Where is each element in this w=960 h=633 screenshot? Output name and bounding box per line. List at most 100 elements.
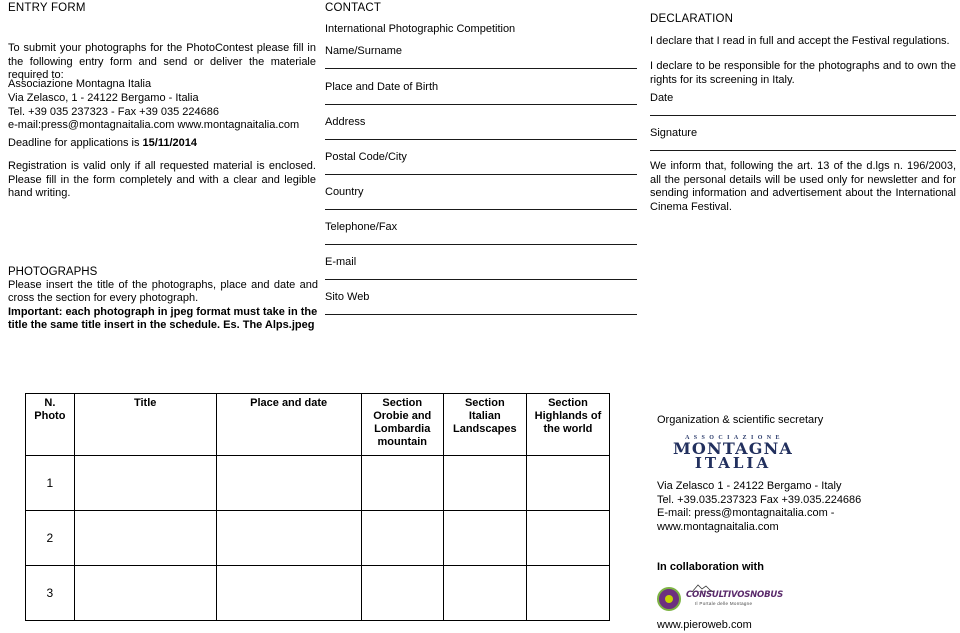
declaration-statement-2: I declare to be responsible for the phot… bbox=[650, 60, 956, 86]
field-label-telephone-fax: Telephone/Fax bbox=[325, 221, 398, 233]
table-row: 2 bbox=[25, 510, 611, 566]
table-cell-section-highlands[interactable] bbox=[525, 455, 611, 511]
collaboration-wordmark: CONSULTIVOSNOBUS bbox=[686, 590, 783, 600]
table-row: 1 bbox=[25, 455, 611, 511]
table-header-s1-line3: Lombardia bbox=[374, 423, 431, 435]
competition-name: International Photographic Competition bbox=[325, 23, 516, 35]
field-email[interactable]: E-mail bbox=[325, 255, 637, 280]
table-cell-section-orobie[interactable] bbox=[360, 510, 444, 566]
table-header-title: Title bbox=[73, 393, 217, 456]
logo-italia-word: ITALIA bbox=[694, 454, 772, 472]
field-telephone-fax[interactable]: Telephone/Fax bbox=[325, 220, 637, 245]
table-header-s3-line1: Section bbox=[548, 397, 588, 409]
collaboration-url[interactable]: www.pieroweb.com bbox=[657, 618, 752, 632]
table-cell-section-italian[interactable] bbox=[442, 455, 527, 511]
field-place-date-of-birth[interactable]: Place and Date of Birth bbox=[325, 80, 637, 105]
table-header-number-line1: N. bbox=[44, 397, 56, 409]
table-header-section-italian: Section Italian Landscapes bbox=[442, 393, 527, 456]
table-cell-title[interactable] bbox=[73, 455, 217, 511]
field-label-name-surname: Name/Surname bbox=[325, 45, 403, 57]
deadline-date: 15/11/2014 bbox=[142, 137, 197, 149]
photographs-important-note: Important: each photograph in jpeg forma… bbox=[8, 305, 318, 332]
field-sito-web[interactable]: Sito Web bbox=[325, 290, 637, 315]
field-name-surname[interactable]: Name/Surname bbox=[325, 44, 637, 69]
association-street: Via Zelasco, 1 - 24122 Bergamo - Italia bbox=[8, 91, 199, 104]
field-label-place-date-of-birth: Place and Date of Birth bbox=[325, 81, 439, 93]
table-cell-number: 2 bbox=[25, 510, 75, 566]
field-label-postal-code-city: Postal Code/City bbox=[325, 151, 407, 163]
registration-rules-paragraph: Registration is valid only if all reques… bbox=[8, 160, 316, 200]
table-cell-title[interactable] bbox=[73, 565, 217, 621]
field-date[interactable]: Date bbox=[650, 91, 956, 116]
table-row: 3 bbox=[25, 565, 611, 621]
field-label-address: Address bbox=[325, 116, 366, 128]
table-header-row: N. Photo Title Place and date Section Or… bbox=[25, 393, 611, 456]
table-header-s1-line4: mountain bbox=[377, 436, 428, 448]
organization-block: Organization & scientific secretary ASSO… bbox=[657, 413, 957, 534]
table-header-s1-line1: Section bbox=[382, 397, 423, 409]
association-address-block: Associazione Montagna Italia Via Zelasco… bbox=[8, 78, 316, 133]
field-rule-telephone-fax[interactable] bbox=[325, 244, 637, 245]
organization-email-web: E-mail: press@montagnaitalia.com - www.m… bbox=[657, 507, 835, 533]
table-header-title-line1: Title bbox=[133, 397, 157, 409]
field-label-country: Country bbox=[325, 186, 364, 198]
entry-form-title: ENTRY FORM bbox=[8, 2, 86, 14]
field-rule-name-surname[interactable] bbox=[325, 68, 637, 69]
montagna-italia-logo: ASSOCIAZIONE MONTAGNA ITALIA bbox=[657, 435, 809, 472]
photo-schedule-table: N. Photo Title Place and date Section Or… bbox=[25, 393, 611, 621]
field-label-sito-web: Sito Web bbox=[325, 291, 370, 303]
collaboration-block: In collaboration with CONSULTIVOSNOBUS I… bbox=[657, 560, 957, 612]
field-country[interactable]: Country bbox=[325, 185, 637, 210]
table-cell-number: 3 bbox=[25, 565, 75, 621]
contact-title: CONTACT bbox=[325, 2, 382, 14]
table-header-place-date: Place and date bbox=[215, 393, 362, 456]
field-label-email: E-mail bbox=[325, 256, 357, 268]
organization-phone: Tel. +39.035.237323 Fax +39.035.224686 bbox=[657, 493, 862, 506]
collaboration-tagline: Il Portale delle Montagne bbox=[695, 601, 753, 606]
field-rule-place-date-of-birth[interactable] bbox=[325, 104, 637, 105]
table-cell-section-orobie[interactable] bbox=[360, 455, 444, 511]
field-rule-email[interactable] bbox=[325, 279, 637, 280]
table-header-s2-line1: Section bbox=[464, 397, 505, 409]
table-header-section-orobie: Section Orobie and Lombardia mountain bbox=[360, 393, 444, 456]
entry-form-page: ENTRY FORM To submit your photographs fo… bbox=[0, 0, 960, 633]
table-cell-title[interactable] bbox=[73, 510, 217, 566]
association-name: Associazione Montagna Italia bbox=[8, 78, 152, 90]
table-header-s2-line3: Landscapes bbox=[453, 423, 517, 435]
field-postal-code-city[interactable]: Postal Code/City bbox=[325, 150, 637, 175]
field-rule-sito-web[interactable] bbox=[325, 314, 637, 315]
field-address[interactable]: Address bbox=[325, 115, 637, 140]
intro-paragraph: To submit your photographs for the Photo… bbox=[8, 42, 316, 82]
declaration-statement-1: I declare that I read in full and accept… bbox=[650, 35, 950, 47]
privacy-notice: We inform that, following the art. 13 of… bbox=[650, 160, 956, 213]
table-cell-place-date[interactable] bbox=[215, 565, 362, 621]
photographs-section: PHOTOGRAPHS Please insert the title of t… bbox=[8, 265, 318, 333]
organization-label: Organization & scientific secretary bbox=[657, 414, 824, 426]
field-rule-postal-code-city[interactable] bbox=[325, 174, 637, 175]
field-rule-country[interactable] bbox=[325, 209, 637, 210]
table-cell-place-date[interactable] bbox=[215, 455, 362, 511]
collaboration-partner-logo: CONSULTIVOSNOBUS Il Portale delle Montag… bbox=[657, 584, 783, 612]
table-header-s1-line2: Orobie and bbox=[373, 410, 432, 422]
table-cell-section-orobie[interactable] bbox=[360, 565, 444, 621]
field-rule-date[interactable] bbox=[650, 115, 956, 116]
table-header-number: N. Photo bbox=[25, 393, 75, 456]
photographs-title: PHOTOGRAPHS bbox=[8, 266, 98, 278]
circular-logo-icon bbox=[657, 587, 681, 611]
table-cell-place-date[interactable] bbox=[215, 510, 362, 566]
table-header-number-line2: Photo bbox=[34, 410, 66, 422]
association-email-web: e-mail:press@montagnaitalia.com www.mont… bbox=[8, 119, 300, 132]
table-cell-section-highlands[interactable] bbox=[525, 565, 611, 621]
table-cell-section-highlands[interactable] bbox=[525, 510, 611, 566]
table-cell-section-italian[interactable] bbox=[442, 510, 527, 566]
table-header-s3-line2: Highlands of bbox=[534, 410, 602, 422]
field-signature[interactable]: Signature bbox=[650, 126, 956, 151]
table-cell-number: 1 bbox=[25, 455, 75, 511]
deadline-line: Deadline for applications is 15/11/2014 bbox=[8, 137, 316, 151]
field-rule-signature[interactable] bbox=[650, 150, 956, 151]
table-cell-section-italian[interactable] bbox=[442, 565, 527, 621]
field-label-signature: Signature bbox=[650, 127, 698, 139]
association-phone: Tel. +39 035 237323 - Fax +39 035 224686 bbox=[8, 105, 220, 118]
field-rule-address[interactable] bbox=[325, 139, 637, 140]
organization-street: Via Zelasco 1 - 24122 Bergamo - Italy bbox=[657, 480, 842, 492]
